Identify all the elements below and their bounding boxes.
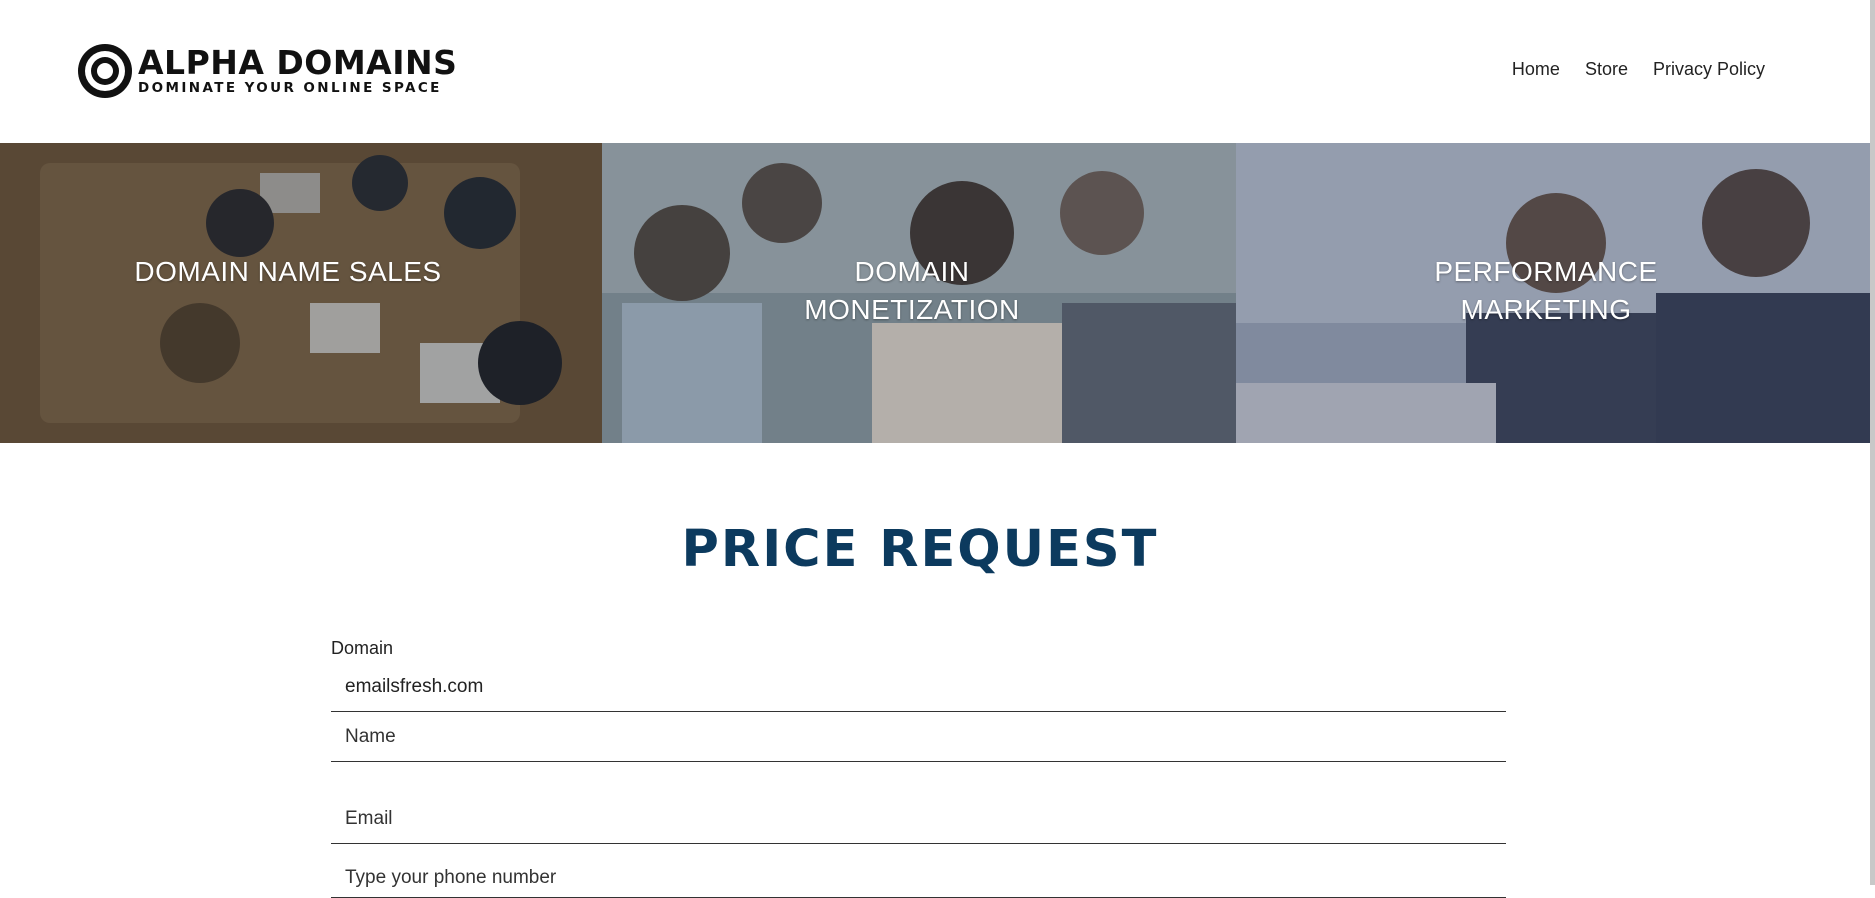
phone-field[interactable] — [331, 858, 1506, 898]
page-scrollbar[interactable] — [1870, 0, 1875, 885]
banner-caption-domain-monetization: DOMAIN MONETIZATION — [804, 256, 1020, 325]
banner-panel-domain-name-sales[interactable]: DOMAIN NAME SALES — [0, 143, 602, 443]
services-banner: DOMAIN NAME SALES DOMAIN MONETIZATION PE… — [0, 143, 1870, 443]
logo-title: ALPHA DOMAINS — [138, 43, 458, 82]
main-nav: Home Store Privacy Policy — [1512, 59, 1765, 80]
banner-caption-domain-name-sales: DOMAIN NAME SALES — [134, 256, 442, 287]
name-field[interactable] — [331, 712, 1506, 762]
domain-field[interactable] — [331, 662, 1506, 712]
email-field[interactable] — [331, 794, 1506, 844]
price-request-form: Domain — [331, 630, 1506, 898]
banner-panel-performance-marketing[interactable]: PERFORMANCE MARKETING — [1236, 143, 1870, 443]
scrollbar-thumb[interactable] — [1870, 0, 1875, 885]
nav-store[interactable]: Store — [1585, 59, 1628, 80]
nav-privacy-policy[interactable]: Privacy Policy — [1653, 59, 1765, 80]
banner-caption-performance-marketing: PERFORMANCE MARKETING — [1434, 256, 1658, 325]
target-logo-icon — [78, 44, 132, 98]
meeting-table-photo — [0, 143, 602, 443]
nav-home[interactable]: Home — [1512, 59, 1560, 80]
page-title: PRICE REQUEST — [681, 520, 1159, 579]
domain-label: Domain — [331, 638, 394, 658]
site-logo[interactable]: ALPHA DOMAINS DOMINATE YOUR ONLINE SPACE — [76, 42, 457, 100]
site-header: ALPHA DOMAINS DOMINATE YOUR ONLINE SPACE… — [0, 0, 1870, 143]
logo-tagline: DOMINATE YOUR ONLINE SPACE — [138, 80, 442, 96]
banner-panel-domain-monetization[interactable]: DOMAIN MONETIZATION — [602, 143, 1236, 443]
